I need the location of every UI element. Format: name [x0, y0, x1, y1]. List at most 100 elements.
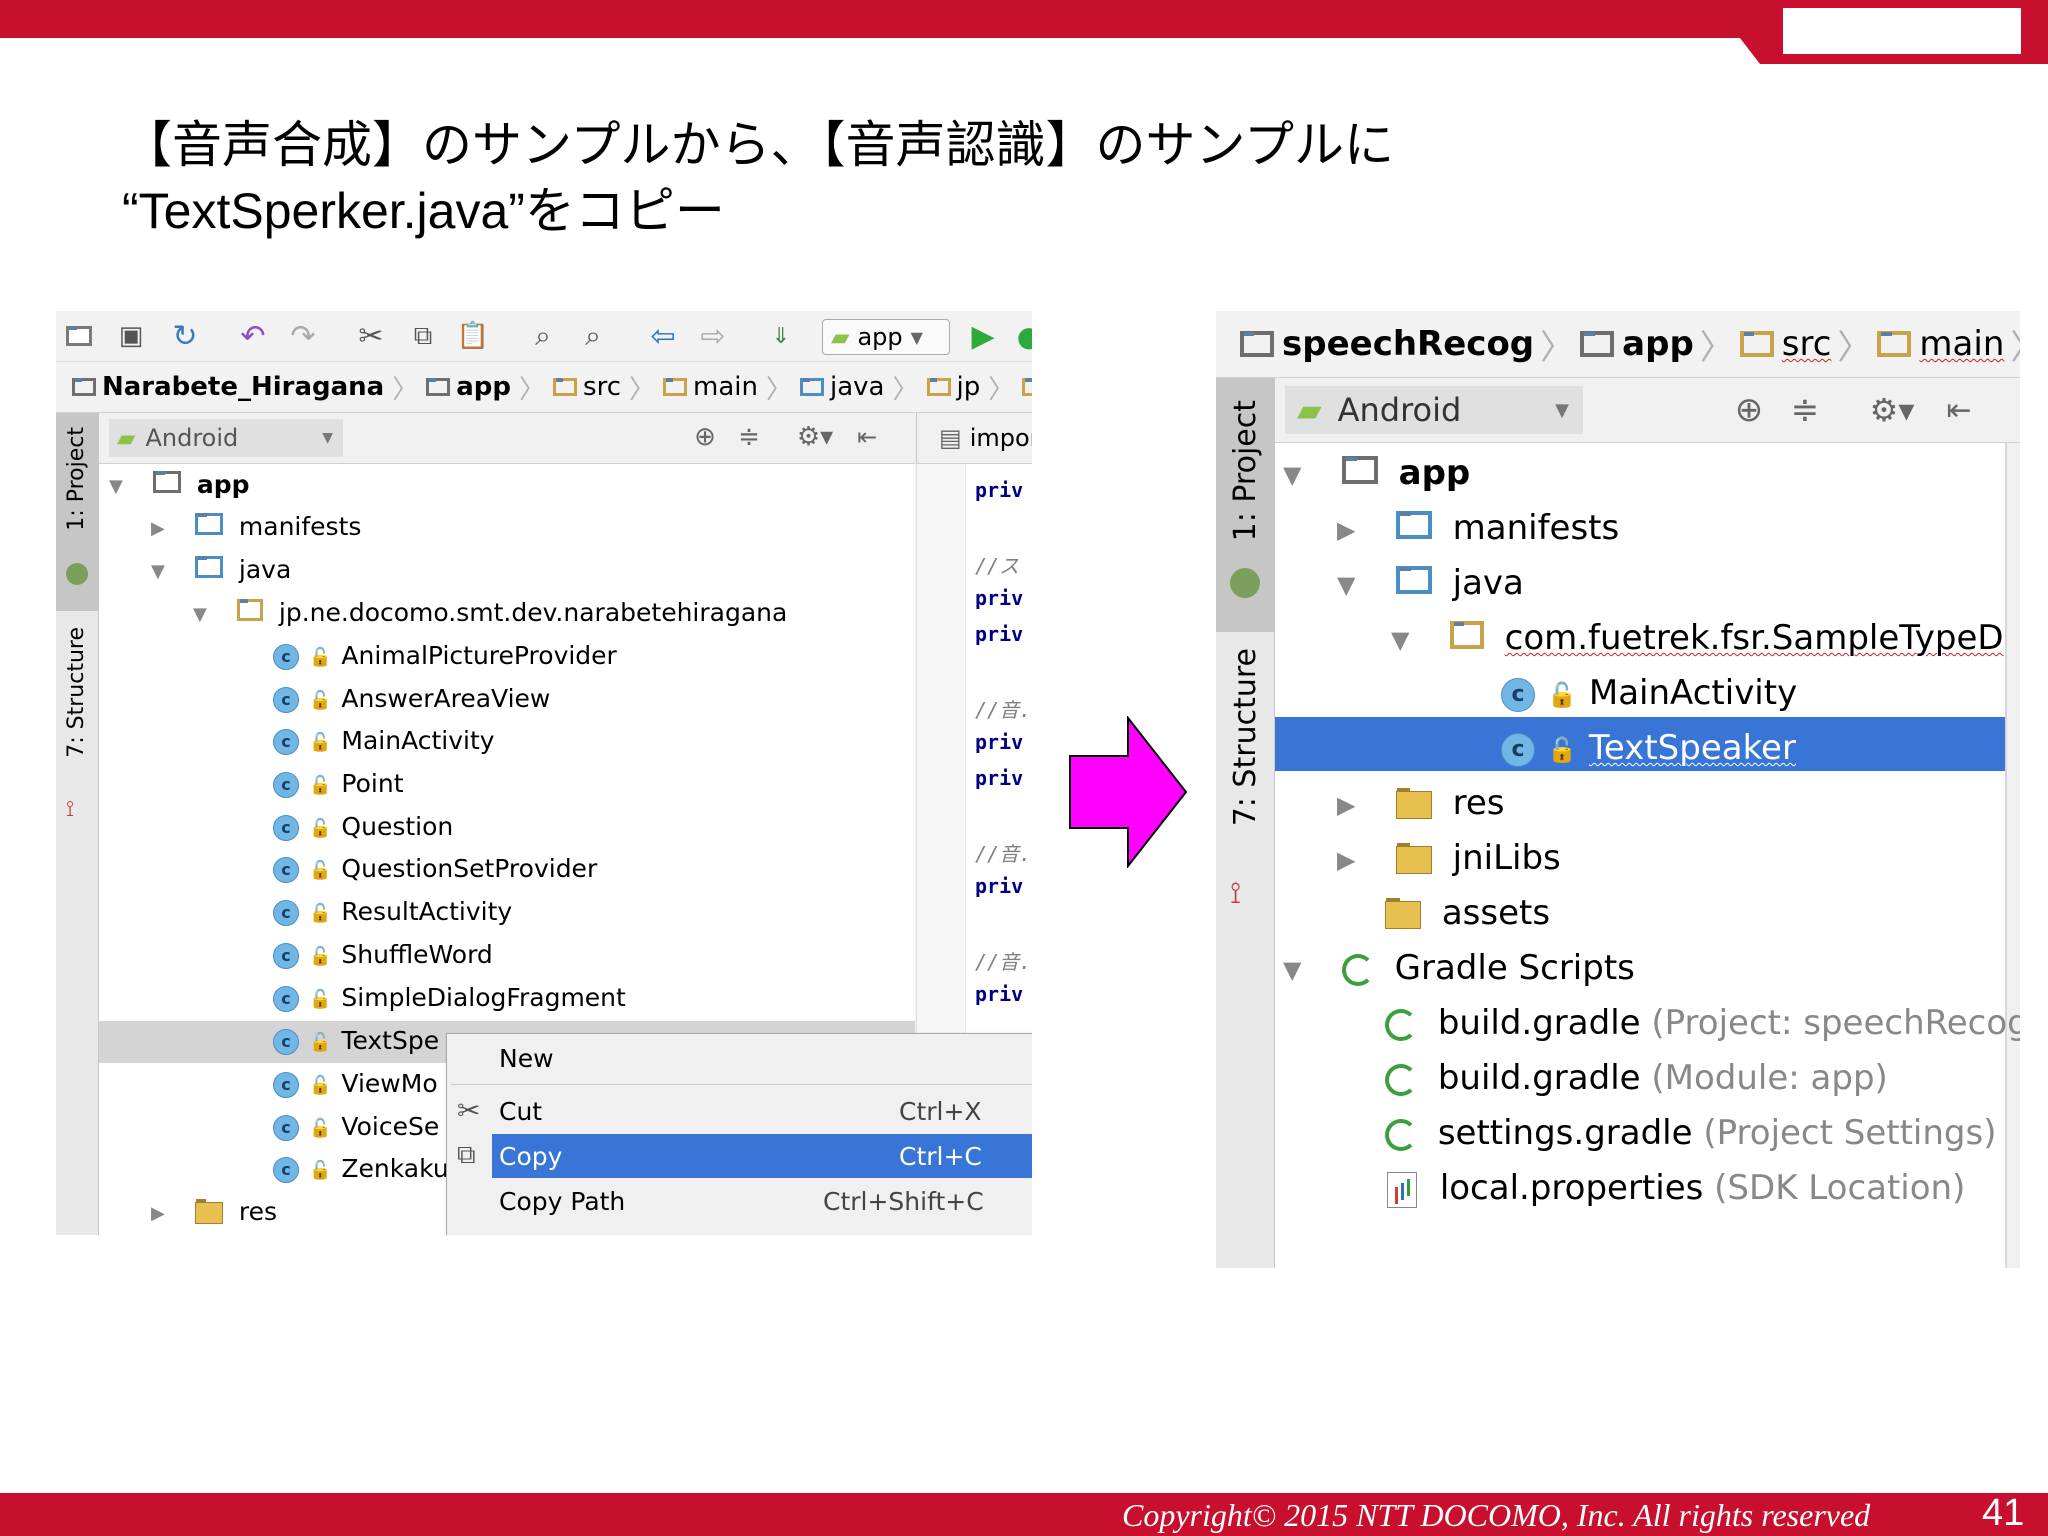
tree-node-class[interactable]: c 🔓 MainActivity — [273, 726, 495, 755]
tree-node-class[interactable]: c 🔓 ViewMo — [273, 1069, 438, 1098]
breadcrumb-item[interactable]: src — [1739, 324, 1831, 364]
chevron-down-icon: ▼ — [322, 430, 333, 446]
project-tool-tab[interactable]: 1: Project — [56, 413, 98, 611]
run-icon[interactable]: ▶ — [966, 319, 1000, 354]
class-icon: c — [273, 1115, 299, 1141]
tree-node-package[interactable]: ▼ com.fuetrek.fsr.SampleTypeD — [1391, 618, 2004, 658]
source-folder-icon — [800, 378, 825, 396]
tree-node-class[interactable]: c 🔓 ShuffleWord — [273, 940, 493, 969]
tree-node-app[interactable]: ▼ app — [109, 470, 250, 499]
tree-node-gradle-file[interactable]: settings.gradle (Project Settings) — [1375, 1113, 1996, 1153]
tree-node-gradle-file[interactable]: build.gradle (Project: speechRecog) — [1375, 1003, 2020, 1043]
expanded-triangle-icon[interactable]: ▼ — [109, 476, 137, 497]
menu-item-new[interactable]: New ▶ — [447, 1038, 1032, 1078]
tree-node-class[interactable]: c 🔓 Zenkaku — [273, 1154, 449, 1183]
class-icon: c — [273, 1072, 299, 1098]
view-mode-select[interactable]: ▰ Android ▼ — [109, 419, 343, 457]
tree-node-manifests[interactable]: ▶ manifests — [151, 512, 361, 541]
save-icon[interactable]: ▣ — [116, 321, 146, 351]
find-icon[interactable]: ⌕ — [526, 319, 560, 353]
tree-node-class[interactable]: c 🔓 Question — [273, 812, 453, 841]
tree-node-class[interactable]: c 🔓 AnswerAreaView — [273, 684, 550, 713]
tree-node-app[interactable]: ▼ app — [1283, 453, 1470, 493]
tree-node-class[interactable]: c 🔓 SimpleDialogFragment — [273, 983, 626, 1012]
collapsed-triangle-icon[interactable]: ▶ — [1337, 791, 1375, 819]
menu-item-copy-path[interactable]: Copy Path Ctrl+Shift+C — [447, 1180, 1032, 1222]
editor-tab-label[interactable]: import-s — [970, 424, 1032, 452]
project-panel-header: ▰ Android ▼ ⊕ ≑ ⚙▾ ⇤ — [99, 413, 915, 464]
tree-node-gradle-scripts[interactable]: ▼ Gradle Scripts — [1283, 948, 1635, 988]
paste-icon[interactable]: 📋 — [456, 319, 490, 353]
replace-icon[interactable]: ⌕ — [576, 319, 610, 353]
tree-node-res[interactable]: ▶ res — [1337, 783, 1505, 823]
settings-gear-icon[interactable]: ⚙▾ — [1865, 390, 1919, 430]
hide-panel-icon[interactable]: ⇤ — [851, 421, 883, 453]
breadcrumb-item[interactable]: jp — [926, 372, 980, 402]
expanded-triangle-icon[interactable]: ▼ — [193, 604, 221, 625]
collapsed-triangle-icon[interactable]: ▶ — [151, 1203, 179, 1224]
lock-icon: 🔓 — [309, 859, 332, 881]
breadcrumb-item[interactable]: speechRecog — [1240, 324, 1534, 364]
structure-tool-tab[interactable]: 7: Structure ⟟ — [1216, 648, 1274, 928]
menu-item-label: Cut — [499, 1097, 543, 1126]
tree-node-class[interactable]: c 🔓 MainActivity — [1501, 673, 1797, 713]
undo-icon[interactable]: ↶ — [236, 319, 270, 354]
context-menu: New ▶ ✂ Cut Ctrl+X ⧉ Copy Ctrl+C Copy Pa… — [446, 1033, 1032, 1235]
collapse-all-icon[interactable]: ≑ — [733, 421, 765, 453]
breadcrumb-item[interactable]: java — [800, 372, 885, 402]
expanded-triangle-icon[interactable]: ▼ — [1391, 626, 1429, 654]
tree-node-class-selected[interactable]: c 🔓 TextSpe — [273, 1026, 439, 1055]
breadcrumb-item[interactable]: main — [1877, 324, 2004, 364]
tree-node-class[interactable]: c 🔓 VoiceSe — [273, 1112, 439, 1141]
run-config-select[interactable]: ▰ app ▼ — [822, 319, 950, 355]
cut-icon[interactable]: ✂ — [354, 319, 388, 354]
sync-icon[interactable]: ↻ — [168, 319, 202, 354]
hide-panel-icon[interactable]: ⇤ — [1939, 390, 1979, 430]
slide-title-line1: 【音声合成】のサンプルから、【音声認識】のサンプルに — [122, 117, 1394, 173]
tree-node-assets[interactable]: assets — [1375, 893, 1550, 933]
collapse-all-icon[interactable]: ≑ — [1785, 390, 1825, 430]
settings-gear-icon[interactable]: ⚙▾ — [795, 421, 835, 453]
tree-node-gradle-file[interactable]: build.gradle (Module: app) — [1375, 1058, 1888, 1098]
tree-node-class[interactable]: c 🔓 QuestionSetProvider — [273, 854, 597, 883]
menu-item-cut[interactable]: ✂ Cut Ctrl+X — [447, 1090, 1032, 1132]
tree-node-res[interactable]: ▶ res — [151, 1197, 277, 1226]
menu-item-copy[interactable]: ⧉ Copy Ctrl+C — [447, 1134, 1032, 1178]
collapsed-triangle-icon[interactable]: ▶ — [151, 518, 179, 539]
copy-icon[interactable]: ⧉ — [406, 319, 440, 353]
tree-node-java[interactable]: ▼ java — [151, 555, 291, 584]
debug-icon[interactable]: ● — [1012, 319, 1032, 353]
tree-node-class[interactable]: c 🔓 AnimalPictureProvider — [273, 641, 617, 670]
breadcrumb-item[interactable]: n — [1022, 372, 1032, 402]
breadcrumb-item[interactable]: app — [1580, 324, 1694, 364]
breadcrumb-item[interactable]: main — [663, 372, 758, 402]
open-folder-icon[interactable] — [64, 321, 94, 351]
breadcrumb-item[interactable]: Narabete_Hiragana — [72, 372, 384, 402]
collapsed-triangle-icon[interactable]: ▶ — [1337, 516, 1375, 544]
structure-tool-tab[interactable]: 7: Structure ⟟ — [56, 627, 98, 847]
collapsed-triangle-icon[interactable]: ▶ — [1337, 846, 1375, 874]
tree-node-class[interactable]: c 🔓 Point — [273, 769, 404, 798]
breadcrumb-item[interactable]: src — [553, 372, 621, 402]
menu-item-label: Copy — [499, 1142, 563, 1171]
expanded-triangle-icon[interactable]: ▼ — [1283, 956, 1321, 984]
make-project-icon[interactable]: ⇓ — [764, 319, 798, 353]
project-tool-tab[interactable]: 1: Project — [1216, 378, 1274, 632]
tree-node-package[interactable]: ▼ jp.ne.docomo.smt.dev.narabetehiragana — [193, 598, 787, 627]
back-icon[interactable]: ⇦ — [646, 319, 680, 354]
tree-node-class-selected[interactable]: c 🔓 TextSpeaker — [1501, 728, 1796, 768]
expanded-triangle-icon[interactable]: ▼ — [1337, 571, 1375, 599]
scroll-from-source-icon[interactable]: ⊕ — [689, 421, 721, 453]
expanded-triangle-icon[interactable]: ▼ — [1283, 461, 1321, 489]
tree-node-local-properties[interactable]: local.properties (SDK Location) — [1375, 1168, 1965, 1208]
tree-node-jnilibs[interactable]: ▶ jniLibs — [1337, 838, 1561, 878]
forward-icon[interactable]: ⇨ — [696, 319, 730, 354]
tree-node-java[interactable]: ▼ java — [1337, 563, 1524, 603]
breadcrumb-item[interactable]: app — [426, 372, 511, 402]
scroll-from-source-icon[interactable]: ⊕ — [1729, 390, 1769, 430]
tree-node-class[interactable]: c 🔓 ResultActivity — [273, 897, 512, 926]
expanded-triangle-icon[interactable]: ▼ — [151, 561, 179, 582]
redo-icon[interactable]: ↷ — [286, 319, 320, 354]
tree-node-manifests[interactable]: ▶ manifests — [1337, 508, 1619, 548]
view-mode-select[interactable]: ▰ Android ▼ — [1285, 386, 1583, 434]
